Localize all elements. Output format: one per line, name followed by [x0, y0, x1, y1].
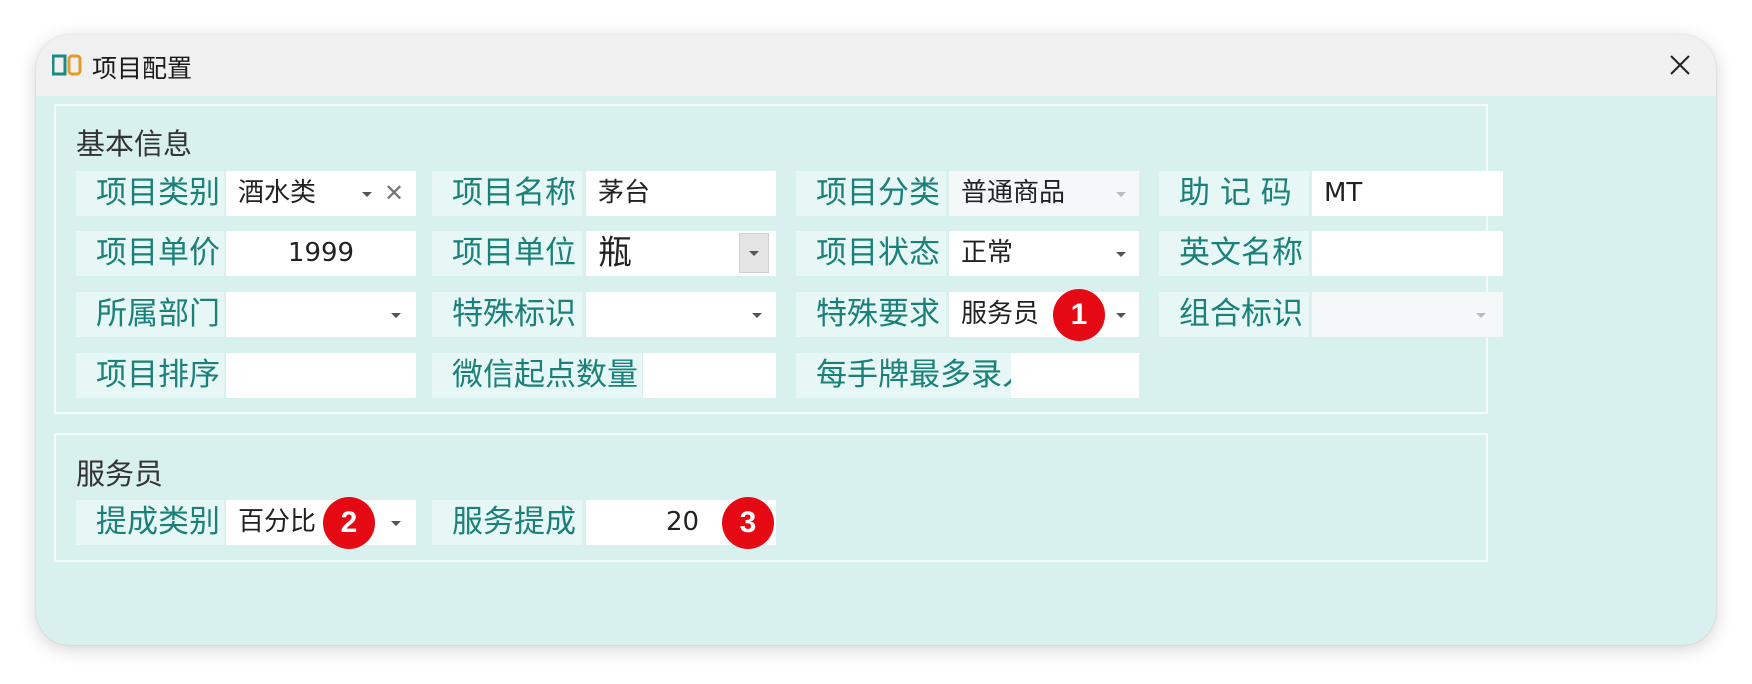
special-req-select[interactable]: 服务员	[949, 292, 1139, 337]
class-label: 项目分类	[796, 171, 946, 216]
commission-type-value: 百分比	[238, 507, 317, 537]
commission-value: 20	[666, 507, 700, 537]
class-dropdown-icon[interactable]	[1116, 192, 1126, 197]
status-value: 正常	[961, 238, 1014, 268]
commission-label: 服务提成	[432, 500, 582, 545]
combo-select[interactable]	[1312, 292, 1503, 337]
max-label: 每手牌最多录入	[796, 353, 1011, 398]
status-label: 项目状态	[796, 231, 946, 276]
dept-select[interactable]	[226, 292, 416, 337]
mnemonic-value: MT	[1324, 178, 1363, 208]
price-input[interactable]: 1999	[226, 231, 416, 276]
close-button[interactable]	[1660, 45, 1700, 85]
category-label: 项目类别	[76, 171, 224, 216]
commission-type-dropdown-icon[interactable]	[391, 521, 401, 526]
english-input[interactable]	[1312, 231, 1503, 276]
dialog-window: 项目配置 基本信息 项目类别 酒水类 ✕ 项目名称 茅台 项目分类 普通商品 助…	[36, 35, 1716, 645]
callout-badge-1: 1	[1053, 289, 1105, 341]
callout-badge-2: 2	[323, 497, 375, 549]
price-label: 项目单价	[76, 231, 224, 276]
category-clear-icon[interactable]: ✕	[384, 171, 404, 216]
dept-label: 所属部门	[76, 292, 224, 337]
service-title: 服务员	[76, 457, 164, 491]
name-value: 茅台	[598, 178, 651, 208]
wechat-input[interactable]	[643, 353, 776, 398]
commission-type-label: 提成类别	[76, 500, 224, 545]
special-mark-label: 特殊标识	[432, 292, 582, 337]
combo-label: 组合标识	[1159, 292, 1309, 337]
callout-badge-3: 3	[722, 497, 774, 549]
mnemonic-label: 助 记 码	[1159, 171, 1309, 216]
wechat-label: 微信起点数量	[432, 353, 642, 398]
price-value: 1999	[287, 238, 355, 268]
app-logo-icon	[52, 54, 82, 76]
sort-label: 项目排序	[76, 353, 224, 398]
english-label: 英文名称	[1159, 231, 1309, 276]
combo-dropdown-icon[interactable]	[1476, 313, 1486, 318]
special-req-value: 服务员	[961, 299, 1040, 329]
status-dropdown-icon[interactable]	[1116, 252, 1126, 257]
close-icon	[1670, 55, 1690, 75]
dept-dropdown-icon[interactable]	[391, 313, 401, 318]
class-select[interactable]: 普通商品	[949, 171, 1139, 216]
window-title: 项目配置	[92, 54, 193, 83]
sort-input[interactable]	[226, 353, 416, 398]
class-value: 普通商品	[961, 178, 1066, 208]
category-value: 酒水类	[238, 178, 317, 208]
commission-type-select[interactable]: 百分比	[226, 500, 416, 545]
special-mark-select[interactable]	[586, 292, 776, 337]
special-req-dropdown-icon[interactable]	[1116, 313, 1126, 318]
basic-info-title: 基本信息	[76, 127, 193, 161]
category-dropdown-icon[interactable]	[362, 192, 372, 197]
special-req-label: 特殊要求	[796, 292, 946, 337]
mnemonic-input[interactable]: MT	[1312, 171, 1503, 216]
status-select[interactable]: 正常	[949, 231, 1139, 276]
name-input[interactable]: 茅台	[586, 171, 776, 216]
unit-value: 瓶	[598, 233, 632, 273]
unit-dropdown-icon	[749, 251, 759, 256]
max-input[interactable]	[1011, 353, 1139, 398]
title-bar: 项目配置	[36, 35, 1716, 96]
unit-label: 项目单位	[432, 231, 582, 276]
name-label: 项目名称	[432, 171, 582, 216]
special-mark-dropdown-icon[interactable]	[752, 313, 762, 318]
